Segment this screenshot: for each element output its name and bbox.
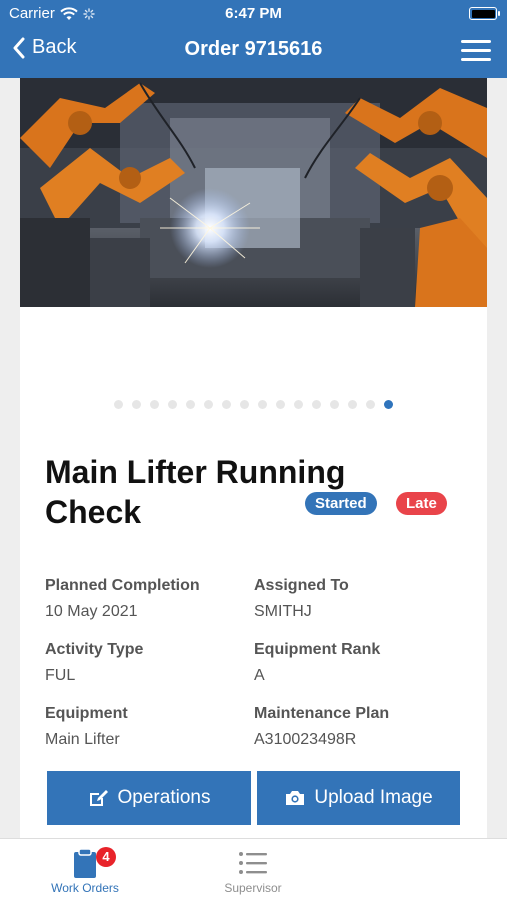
nav-bar: Back Order 9715616: [0, 28, 507, 74]
carousel-dot[interactable]: [204, 400, 213, 409]
operations-button[interactable]: Operations: [47, 771, 251, 825]
operations-label: Operations: [117, 787, 211, 808]
carousel-dot[interactable]: [168, 400, 177, 409]
upload-image-label: Upload Image: [314, 787, 433, 808]
carousel-dot[interactable]: [114, 400, 123, 409]
planned-completion-field: Planned Completion 10 May 2021: [45, 577, 245, 621]
carousel-dot[interactable]: [240, 400, 249, 409]
planned-completion-label: Planned Completion: [45, 577, 200, 594]
battery-icon: [469, 7, 500, 20]
tab-bar: 4 Work Orders Supervisor: [0, 838, 507, 900]
carousel-dot[interactable]: [384, 400, 393, 409]
carousel-dot[interactable]: [150, 400, 159, 409]
clock: 6:47 PM: [225, 5, 282, 22]
carousel-dot[interactable]: [258, 400, 267, 409]
equipment-value: Main Lifter: [45, 731, 120, 748]
work-orders-label: Work Orders: [51, 881, 119, 895]
camera-icon: [286, 791, 305, 805]
maintenance-plan-value: A310023498R: [254, 731, 357, 748]
assigned-to-label: Assigned To: [254, 577, 349, 594]
carousel-dot[interactable]: [294, 400, 303, 409]
equipment-rank-label: Equipment Rank: [254, 641, 381, 658]
activity-type-field: Activity Type FUL: [45, 641, 245, 685]
status-bar: Carrier 6:47 PM: [0, 0, 507, 26]
carousel-dot[interactable]: [312, 400, 321, 409]
assigned-to-value: SMITHJ: [254, 603, 312, 620]
carousel-dot[interactable]: [366, 400, 375, 409]
upload-image-button[interactable]: Upload Image: [257, 771, 460, 825]
carousel-dot[interactable]: [348, 400, 357, 409]
planned-completion-value: 10 May 2021: [45, 603, 138, 620]
carousel-dot[interactable]: [330, 400, 339, 409]
carousel-dot[interactable]: [276, 400, 285, 409]
order-card: Main Lifter Running Check Started Late P…: [20, 78, 487, 848]
menu-icon[interactable]: [461, 40, 491, 62]
carousel-dot[interactable]: [132, 400, 141, 409]
equipment-rank-value: A: [254, 667, 265, 684]
status-badge: Started: [305, 492, 377, 515]
app-header: Carrier 6:47 PM Back Order 9715616: [0, 0, 507, 78]
equipment-field: Equipment Main Lifter: [45, 705, 245, 749]
carousel-dot[interactable]: [186, 400, 195, 409]
clipboard-icon: [74, 848, 96, 878]
tab-work-orders[interactable]: 4 Work Orders: [10, 845, 160, 895]
assigned-to-field: Assigned To SMITHJ: [254, 577, 454, 621]
factory-robots-image: [20, 78, 487, 307]
page-title: Order 9715616: [184, 38, 323, 60]
equipment-rank-field: Equipment Rank A: [254, 641, 454, 685]
tab-supervisor[interactable]: Supervisor: [178, 845, 328, 895]
carousel-dots[interactable]: [20, 400, 487, 409]
maintenance-plan-field: Maintenance Plan A310023498R: [254, 705, 454, 749]
late-badge: Late: [396, 492, 447, 515]
activity-type-label: Activity Type: [45, 641, 144, 658]
carousel-dot[interactable]: [222, 400, 231, 409]
list-icon: [239, 852, 267, 874]
edit-icon: [89, 790, 108, 806]
supervisor-label: Supervisor: [224, 881, 282, 895]
work-orders-count-badge: 4: [96, 847, 116, 867]
equipment-label: Equipment: [45, 705, 128, 722]
activity-type-value: FUL: [45, 667, 76, 684]
hero-image: [20, 78, 487, 307]
maintenance-plan-label: Maintenance Plan: [254, 705, 390, 722]
